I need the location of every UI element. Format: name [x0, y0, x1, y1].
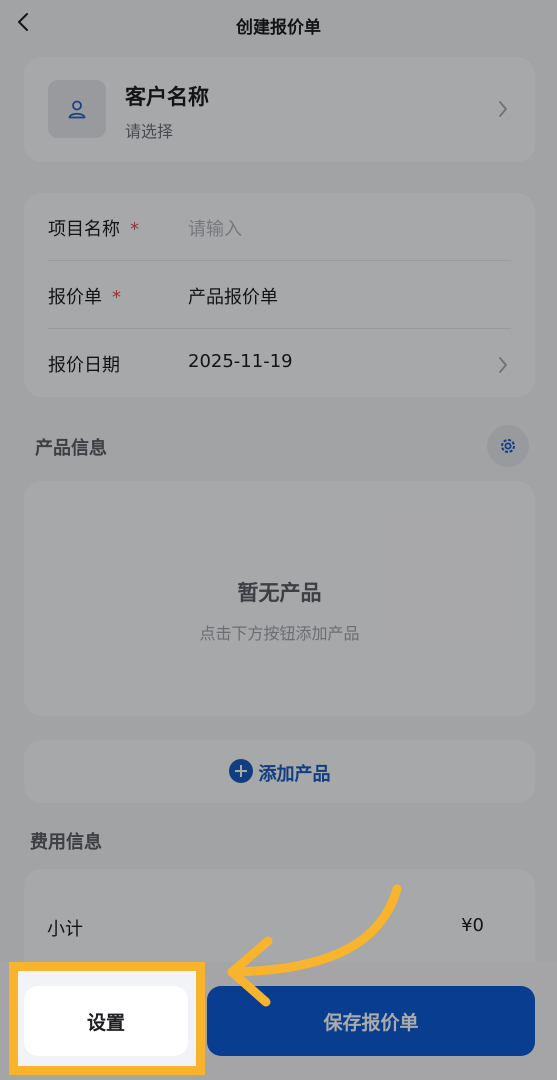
create-quote-page: 创建报价单 客户名称 请选择 项目名称 * 请输入 报价单 * 产品报价单 报价日期… — [0, 0, 557, 1080]
pointer-arrow-icon — [227, 884, 402, 1007]
